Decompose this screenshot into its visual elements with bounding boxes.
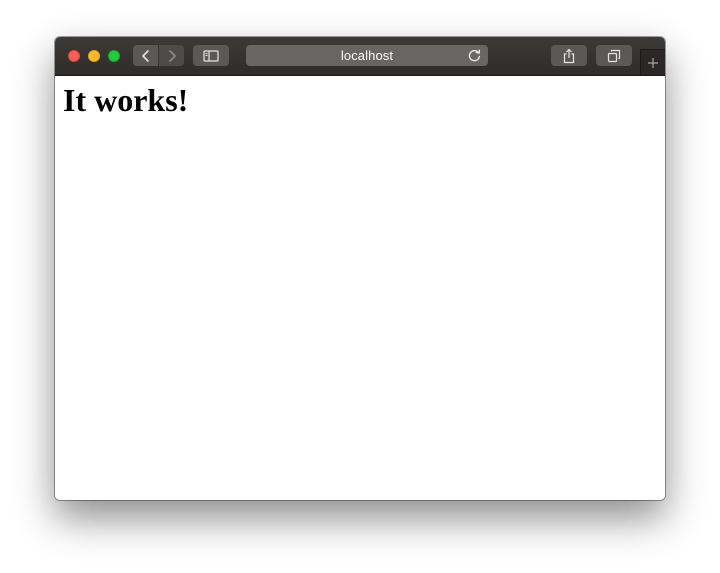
forward-button[interactable] [159,45,184,66]
reload-icon[interactable] [467,48,482,63]
plus-icon [648,57,658,68]
zoom-window-button[interactable] [108,50,120,62]
back-button[interactable] [133,45,158,66]
browser-toolbar: localhost [55,37,665,76]
chevron-left-icon [141,49,149,62]
close-window-button[interactable] [68,50,80,62]
chevron-right-icon [168,49,176,62]
minimize-window-button[interactable] [88,50,100,62]
share-button[interactable] [551,45,587,66]
tab-overview-button[interactable] [596,45,632,66]
tabs-overview-icon [607,49,621,62]
share-icon [563,48,575,63]
page-content: It works! [55,76,665,500]
new-tab-button[interactable] [640,49,665,75]
browser-window: localhost It works! [55,37,665,500]
address-bar[interactable]: localhost [246,45,488,66]
sidebar-toggle-button[interactable] [193,45,229,66]
address-url: localhost [340,48,394,63]
sidebar-icon [203,49,219,62]
page-heading: It works! [63,82,189,118]
